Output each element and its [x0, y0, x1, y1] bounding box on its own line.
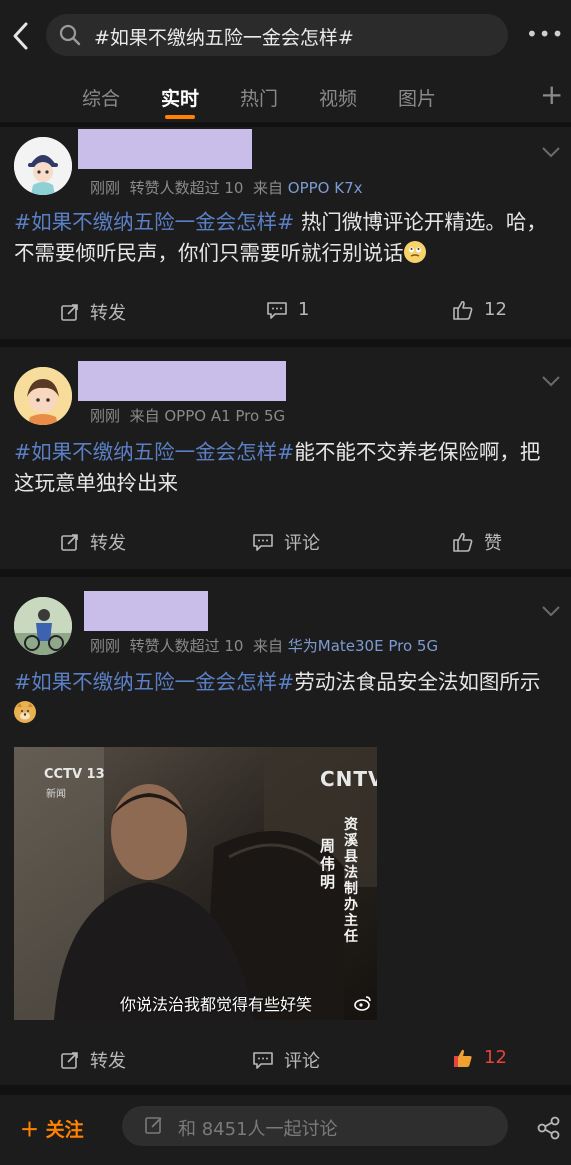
comment-icon [253, 1052, 273, 1069]
post-card[interactable]: 刚刚 来自 OPPO A1 Pro 5G #如果不缴纳五险一金会怎样#能不能不交… [0, 347, 571, 569]
post-card[interactable]: 刚刚 转赞人数超过 10 来自 OPPO K7x #如果不缴纳五险一金会怎样# … [0, 127, 571, 339]
post-text: #如果不缴纳五险一金会怎样#劳动法食品安全法如图所示 [14, 667, 554, 729]
thumbs-up-icon [453, 300, 473, 320]
post-meta: 刚刚 转赞人数超过 10 来自 OPPO K7x [90, 179, 363, 197]
topic-link[interactable]: #如果不缴纳五险一金会怎样# [14, 210, 294, 234]
search-input[interactable]: #如果不缴纳五险一金会怎样# [46, 14, 508, 56]
avatar-cartoon-icon [14, 137, 72, 195]
source-device: OPPO K7x [287, 179, 363, 197]
top-bar: #如果不缴纳五险一金会怎样# ••• [0, 0, 571, 70]
topic-link[interactable]: #如果不缴纳五险一金会怎样# [14, 440, 294, 464]
username-redacted[interactable] [84, 591, 208, 631]
search-query: #如果不缴纳五险一金会怎样# [94, 27, 354, 49]
post-meta: 刚刚 转赞人数超过 10 来自 华为Mate30E Pro 5G [90, 637, 439, 655]
video-subtitle: 你说法治我都觉得有些好笑 [120, 995, 313, 1014]
repost-button[interactable]: 转发 [60, 529, 126, 555]
watermark: CNTV [320, 767, 377, 791]
discuss-input[interactable]: 和 8451人一起讨论 [122, 1106, 508, 1146]
follow-button[interactable]: ＋ 关注 [20, 1115, 84, 1142]
thumbs-up-filled-icon [454, 1049, 472, 1067]
repost-icon [61, 1052, 78, 1069]
username-redacted[interactable] [78, 129, 252, 169]
source-device: OPPO A1 Pro 5G [164, 407, 286, 425]
back-button[interactable] [10, 20, 32, 52]
post-text: #如果不缴纳五险一金会怎样# 热门微博评论开精选。哈，不需要倾听民声，你们只需要… [14, 210, 547, 265]
channel-logo: CCTV 13 [44, 767, 105, 782]
search-icon [59, 24, 81, 46]
post-actions: 转发 评论 赞 [0, 521, 571, 561]
comment-icon [267, 301, 287, 319]
edit-icon [145, 1117, 162, 1134]
avatar[interactable] [14, 597, 72, 655]
avatar[interactable] [14, 367, 72, 425]
weibo-logo-icon [354, 996, 371, 1011]
tab-realtime[interactable]: 实时 [161, 84, 199, 111]
caption-title: 资溪县法制办主任 [344, 817, 358, 945]
tab-bar: 综合 实时 热门 视频 图片 + [0, 70, 571, 122]
chevron-left-icon [13, 22, 28, 50]
username-redacted[interactable] [78, 361, 286, 401]
tab-general[interactable]: 综合 [82, 84, 120, 111]
comment-button[interactable]: 评论 [252, 529, 320, 555]
active-tab-indicator [165, 115, 195, 119]
tab-hot[interactable]: 热门 [240, 84, 278, 111]
post-meta: 刚刚 来自 OPPO A1 Pro 5G [90, 407, 286, 425]
source-device: 华为Mate30E Pro 5G [287, 637, 439, 655]
bottom-bar: ＋ 关注 和 8451人一起讨论 [0, 1095, 571, 1165]
chevron-down-icon[interactable] [540, 374, 562, 388]
doge-icon [14, 701, 36, 723]
comment-icon [253, 534, 273, 551]
post-actions: 转发 评论 12 [0, 1039, 571, 1079]
repost-button[interactable]: 转发 [60, 299, 126, 325]
plus-icon: ＋ [20, 1119, 40, 1141]
add-tab-button[interactable]: + [540, 81, 564, 109]
caption-name: 周伟明 [320, 837, 336, 891]
post-text: #如果不缴纳五险一金会怎样#能不能不交养老保险啊，把这玩意单独拎出来 [14, 440, 541, 495]
like-button[interactable]: 12 [452, 299, 507, 320]
chevron-down-icon[interactable] [540, 145, 562, 159]
post-card[interactable]: 刚刚 转赞人数超过 10 来自 华为Mate30E Pro 5G #如果不缴纳五… [0, 577, 571, 1085]
chevron-down-icon[interactable] [540, 604, 562, 618]
post-actions: 转发 1 12 [0, 291, 571, 331]
face-with-rolling-eyes-icon [403, 241, 426, 263]
like-button[interactable]: 赞 [452, 529, 502, 555]
topic-link[interactable]: #如果不缴纳五险一金会怎样# [14, 670, 294, 694]
more-options-button[interactable]: ••• [526, 22, 563, 48]
share-icon[interactable] [536, 1115, 562, 1141]
comment-button[interactable]: 1 [266, 299, 309, 320]
avatar[interactable] [14, 137, 72, 195]
thumbs-up-icon [453, 532, 473, 552]
comment-button[interactable]: 评论 [252, 1047, 320, 1073]
like-button[interactable]: 12 [452, 1047, 507, 1068]
avatar-cartoon-icon [14, 367, 72, 425]
channel-sub: 新闻 [46, 789, 66, 800]
avatar-photo-icon [14, 597, 72, 655]
tab-video[interactable]: 视频 [319, 84, 357, 111]
post-image[interactable]: CCTV 13 新闻 CNTV 资溪县法制办主任 周伟明 你说法治我都觉得有些好… [14, 747, 377, 1020]
repost-icon [61, 534, 78, 551]
tab-images[interactable]: 图片 [398, 84, 436, 111]
repost-button[interactable]: 转发 [60, 1047, 126, 1073]
repost-icon [61, 304, 78, 321]
